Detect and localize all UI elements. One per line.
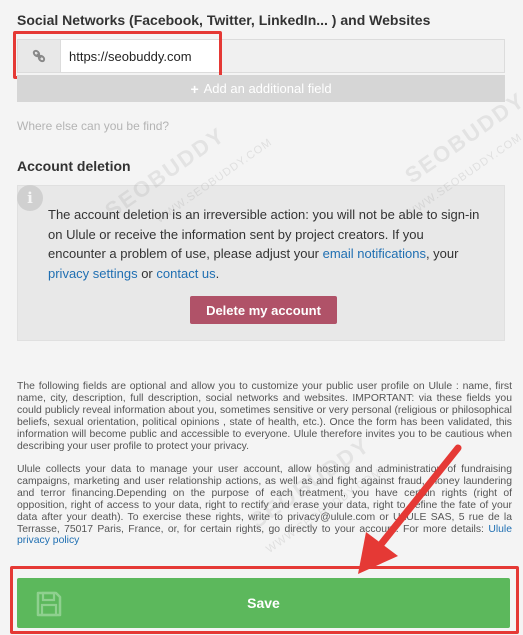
contact-us-link[interactable]: contact us [156,266,215,281]
deletion-text-part: , your [425,246,459,261]
info-icon: i [17,185,43,211]
account-deletion-text: The account deletion is an irreversible … [48,205,480,283]
add-field-label: Add an additional field [203,81,332,96]
add-additional-field-button[interactable]: + Add an additional field [17,75,505,102]
email-notifications-link[interactable]: email notifications [323,246,426,261]
delete-account-button[interactable]: Delete my account [190,296,337,324]
privacy-settings-link[interactable]: privacy settings [48,266,138,281]
deletion-text-part: . [215,265,220,281]
deletion-text-part: or [137,265,157,281]
social-help-text: Where else can you be find? [17,119,170,133]
seobuddy-watermark: SEOBUDDY [400,87,523,189]
highlight-url-box [13,31,222,79]
plus-icon: + [190,80,199,97]
social-networks-title: Social Networks (Facebook, Twitter, Link… [17,12,431,28]
account-deletion-title: Account deletion [17,158,131,174]
red-arrow-annotation [358,444,462,574]
